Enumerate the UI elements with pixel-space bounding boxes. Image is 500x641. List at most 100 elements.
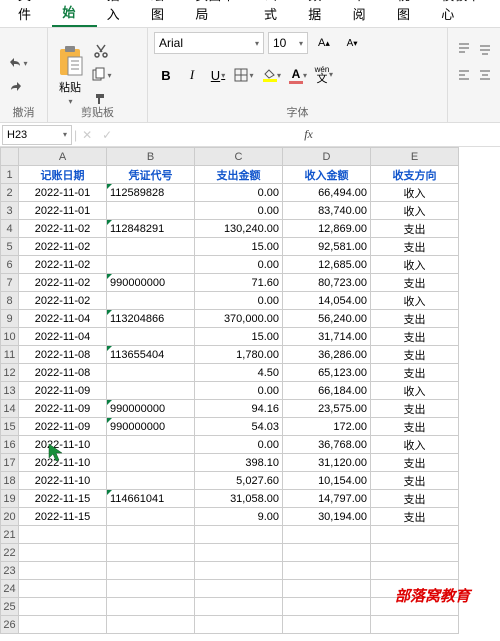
cell[interactable]: 71.60 (195, 274, 283, 292)
row-header-7[interactable]: 7 (1, 274, 19, 292)
cell[interactable]: 收入 (371, 256, 459, 274)
cell[interactable]: 990000000 (107, 400, 195, 418)
tab-8[interactable]: 视图 (387, 0, 431, 27)
cell[interactable]: 0.00 (195, 292, 283, 310)
cell[interactable] (195, 544, 283, 562)
bold-button[interactable]: B (154, 64, 178, 86)
cell[interactable]: 65,123.00 (283, 364, 371, 382)
cell[interactable]: 14,054.00 (283, 292, 371, 310)
cell[interactable] (371, 616, 459, 634)
col-header-E[interactable]: E (371, 148, 459, 166)
cell[interactable]: 5,027.60 (195, 472, 283, 490)
cell[interactable] (107, 382, 195, 400)
cell[interactable]: 56,240.00 (283, 310, 371, 328)
align-center-button[interactable] (475, 64, 494, 86)
cell[interactable]: 80,723.00 (283, 274, 371, 292)
row-header-26[interactable]: 26 (1, 616, 19, 634)
col-header-C[interactable]: C (195, 148, 283, 166)
cell[interactable] (107, 454, 195, 472)
decrease-font-button[interactable]: A▾ (340, 32, 364, 54)
row-header-2[interactable]: 2 (1, 184, 19, 202)
cell[interactable]: 31,058.00 (195, 490, 283, 508)
cell[interactable]: 66,184.00 (283, 382, 371, 400)
cell[interactable] (195, 562, 283, 580)
tab-5[interactable]: 公式 (254, 0, 298, 27)
tab-6[interactable]: 数据 (298, 0, 342, 27)
cell[interactable] (19, 562, 107, 580)
cell[interactable]: 31,120.00 (283, 454, 371, 472)
cell[interactable] (195, 616, 283, 634)
cell[interactable] (195, 598, 283, 616)
row-header-22[interactable]: 22 (1, 544, 19, 562)
cell[interactable]: 15.00 (195, 328, 283, 346)
cell[interactable] (195, 580, 283, 598)
cell[interactable]: 370,000.00 (195, 310, 283, 328)
cell[interactable]: 收入 (371, 292, 459, 310)
cell[interactable] (107, 562, 195, 580)
row-header-17[interactable]: 17 (1, 454, 19, 472)
cell[interactable]: 支出 (371, 490, 459, 508)
cell[interactable]: 54.03 (195, 418, 283, 436)
phonetic-button[interactable]: wén文▾ (310, 64, 334, 86)
cell[interactable] (371, 544, 459, 562)
undo-button[interactable]: ▾ (6, 52, 28, 74)
tab-9[interactable]: 模板中心 (431, 0, 500, 27)
row-header-15[interactable]: 15 (1, 418, 19, 436)
cell[interactable]: 2022-11-08 (19, 346, 107, 364)
cell[interactable] (19, 544, 107, 562)
row-header-5[interactable]: 5 (1, 238, 19, 256)
cell[interactable] (283, 526, 371, 544)
cell[interactable] (371, 526, 459, 544)
row-header-24[interactable]: 24 (1, 580, 19, 598)
cell[interactable] (107, 364, 195, 382)
cell[interactable] (107, 292, 195, 310)
cell[interactable]: 2022-11-09 (19, 382, 107, 400)
cell[interactable]: 支出 (371, 400, 459, 418)
paste-button[interactable]: 粘贴 ▾ (54, 43, 86, 108)
cell[interactable]: 4.50 (195, 364, 283, 382)
cell[interactable]: 支出 (371, 418, 459, 436)
cell[interactable]: 0.00 (195, 256, 283, 274)
cell[interactable]: 2022-11-02 (19, 292, 107, 310)
align-top-button[interactable] (454, 38, 473, 60)
col-header-A[interactable]: A (19, 148, 107, 166)
cell[interactable]: 1,780.00 (195, 346, 283, 364)
cell[interactable]: 支出 (371, 346, 459, 364)
cell[interactable]: 15.00 (195, 238, 283, 256)
tab-4[interactable]: 页面布局 (185, 0, 254, 27)
cell[interactable] (19, 526, 107, 544)
cell[interactable]: 2022-11-04 (19, 328, 107, 346)
row-header-20[interactable]: 20 (1, 508, 19, 526)
cell[interactable]: 0.00 (195, 436, 283, 454)
cell[interactable]: 0.00 (195, 382, 283, 400)
cell[interactable]: 23,575.00 (283, 400, 371, 418)
cell[interactable]: 支出 (371, 310, 459, 328)
cell[interactable]: 130,240.00 (195, 220, 283, 238)
cell[interactable]: 2022-11-15 (19, 508, 107, 526)
row-header-3[interactable]: 3 (1, 202, 19, 220)
row-header-21[interactable]: 21 (1, 526, 19, 544)
cell[interactable] (283, 616, 371, 634)
header-cell[interactable]: 收支方向 (371, 166, 459, 184)
confirm-formula-button[interactable]: ✓ (97, 128, 117, 142)
cell[interactable] (19, 598, 107, 616)
redo-button[interactable] (6, 76, 28, 98)
cell[interactable]: 990000000 (107, 418, 195, 436)
cell[interactable]: 2022-11-09 (19, 418, 107, 436)
cell[interactable]: 36,286.00 (283, 346, 371, 364)
cell[interactable]: 990000000 (107, 274, 195, 292)
cell[interactable]: 收入 (371, 436, 459, 454)
cell[interactable] (107, 616, 195, 634)
italic-button[interactable]: I (180, 64, 204, 86)
cell[interactable]: 2022-11-01 (19, 202, 107, 220)
cell[interactable]: 0.00 (195, 184, 283, 202)
row-header-25[interactable]: 25 (1, 598, 19, 616)
row-header-23[interactable]: 23 (1, 562, 19, 580)
cell[interactable] (107, 202, 195, 220)
row-header-14[interactable]: 14 (1, 400, 19, 418)
cell[interactable]: 2022-11-09 (19, 400, 107, 418)
header-cell[interactable]: 收入金额 (283, 166, 371, 184)
cell[interactable]: 收入 (371, 184, 459, 202)
row-header-11[interactable]: 11 (1, 346, 19, 364)
row-header-13[interactable]: 13 (1, 382, 19, 400)
